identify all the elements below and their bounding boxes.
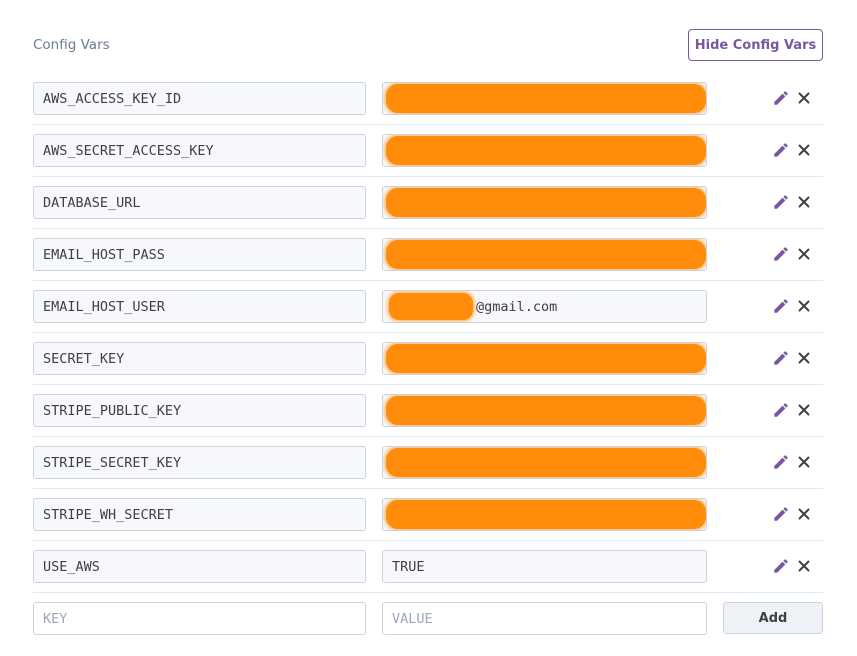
pencil-icon[interactable] (772, 245, 790, 263)
config-var-value: TRUE (392, 558, 425, 575)
config-var-row: STRIPE_SECRET_KEY (33, 437, 823, 489)
config-var-key-field[interactable]: USE_AWS (33, 550, 366, 583)
redaction-mark (386, 344, 706, 373)
redaction-mark (386, 188, 706, 217)
config-var-key: EMAIL_HOST_USER (43, 298, 165, 315)
redaction-mark (386, 396, 706, 425)
config-vars-list: AWS_ACCESS_KEY_ID AWS_SECRET_ACCESS_KEY … (33, 73, 823, 644)
config-var-key-field[interactable]: AWS_ACCESS_KEY_ID (33, 82, 366, 115)
close-icon[interactable] (795, 557, 813, 575)
config-var-row: USE_AWS TRUE (33, 541, 823, 593)
config-var-key-field[interactable]: SECRET_KEY (33, 342, 366, 375)
redaction-mark (386, 136, 706, 165)
pencil-icon[interactable] (772, 349, 790, 367)
new-config-var-row: Add (33, 593, 823, 644)
config-vars-title: Config Vars (33, 37, 110, 53)
new-key-input[interactable] (33, 602, 366, 635)
close-icon[interactable] (795, 141, 813, 159)
config-var-value-field[interactable] (382, 186, 707, 219)
pencil-icon[interactable] (772, 141, 790, 159)
redaction-mark (386, 500, 706, 529)
config-var-row: AWS_ACCESS_KEY_ID (33, 73, 823, 125)
close-icon[interactable] (795, 89, 813, 107)
config-var-row: EMAIL_HOST_PASS (33, 229, 823, 281)
add-button[interactable]: Add (723, 602, 823, 634)
config-var-key-field[interactable]: AWS_SECRET_ACCESS_KEY (33, 134, 366, 167)
config-var-value-field[interactable] (382, 498, 707, 531)
close-icon[interactable] (795, 245, 813, 263)
new-value-input[interactable] (382, 602, 707, 635)
config-var-key: STRIPE_WH_SECRET (43, 506, 174, 523)
config-var-value-field[interactable] (382, 342, 707, 375)
config-var-key-field[interactable]: EMAIL_HOST_USER (33, 290, 366, 323)
redaction-mark (386, 240, 706, 269)
config-var-value-field[interactable] (382, 446, 707, 479)
pencil-icon[interactable] (772, 453, 790, 471)
close-icon[interactable] (795, 349, 813, 367)
config-var-key: USE_AWS (43, 558, 100, 575)
config-var-row: DATABASE_URL (33, 177, 823, 229)
config-var-key: DATABASE_URL (43, 194, 141, 211)
config-var-row: EMAIL_HOST_USER @gmail.com (33, 281, 823, 333)
config-var-value-field[interactable] (382, 82, 707, 115)
config-var-value-field[interactable]: @gmail.com (382, 290, 707, 323)
config-var-row: AWS_SECRET_ACCESS_KEY (33, 125, 823, 177)
config-var-key: AWS_SECRET_ACCESS_KEY (43, 142, 214, 159)
pencil-icon[interactable] (772, 297, 790, 315)
config-var-value: @gmail.com (476, 298, 558, 315)
close-icon[interactable] (795, 297, 813, 315)
close-icon[interactable] (795, 505, 813, 523)
pencil-icon[interactable] (772, 557, 790, 575)
config-var-value-field[interactable]: TRUE (382, 550, 707, 583)
redaction-mark (386, 448, 706, 477)
close-icon[interactable] (795, 453, 813, 471)
close-icon[interactable] (795, 193, 813, 211)
config-var-key-field[interactable]: STRIPE_SECRET_KEY (33, 446, 366, 479)
redaction-mark (386, 84, 706, 113)
redaction-mark (389, 293, 473, 320)
config-var-value-field[interactable] (382, 394, 707, 427)
config-var-row: SECRET_KEY (33, 333, 823, 385)
pencil-icon[interactable] (772, 401, 790, 419)
config-var-row: STRIPE_WH_SECRET (33, 489, 823, 541)
config-var-value-field[interactable] (382, 238, 707, 271)
config-var-key-field[interactable]: DATABASE_URL (33, 186, 366, 219)
config-var-row: STRIPE_PUBLIC_KEY (33, 385, 823, 437)
config-var-value-field[interactable] (382, 134, 707, 167)
pencil-icon[interactable] (772, 193, 790, 211)
config-var-key: SECRET_KEY (43, 350, 125, 367)
config-var-key: EMAIL_HOST_PASS (43, 246, 165, 263)
config-var-key: STRIPE_SECRET_KEY (43, 454, 182, 471)
hide-config-vars-button[interactable]: Hide Config Vars (688, 29, 823, 61)
close-icon[interactable] (795, 401, 813, 419)
pencil-icon[interactable] (772, 505, 790, 523)
pencil-icon[interactable] (772, 89, 790, 107)
config-var-key: AWS_ACCESS_KEY_ID (43, 90, 182, 107)
config-var-key-field[interactable]: STRIPE_PUBLIC_KEY (33, 394, 366, 427)
config-var-key-field[interactable]: EMAIL_HOST_PASS (33, 238, 366, 271)
config-var-key-field[interactable]: STRIPE_WH_SECRET (33, 498, 366, 531)
config-var-key: STRIPE_PUBLIC_KEY (43, 402, 182, 419)
